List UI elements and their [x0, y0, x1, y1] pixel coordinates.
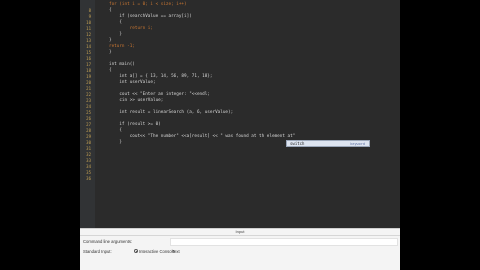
- code-token: int main(): [109, 62, 135, 67]
- input-panel: Input Command line arguments: Standard I…: [80, 228, 400, 270]
- code-token: int a[] = { 13, 14, 56, 89, 71, 18};: [109, 74, 213, 79]
- code-token: int result = linearSearch (a, 6, userVal…: [109, 110, 234, 115]
- code-token: {: [109, 8, 112, 13]
- autocomplete-item-type: keyword: [350, 142, 365, 146]
- code-token: }: [109, 32, 122, 37]
- code-token: return -1;: [109, 44, 135, 49]
- command-line-args-row: Command line arguments:: [80, 237, 400, 247]
- code-token: cout<< "The number" <<a[result] << " was…: [109, 134, 296, 139]
- code-token: {: [109, 128, 122, 133]
- code-token: if (searchValue == array[i]): [109, 14, 192, 19]
- ide-window: for (int i = 0; i < size; i++) 8{9 if (se…: [80, 0, 400, 270]
- code-editor[interactable]: for (int i = 0; i < size; i++) 8{9 if (se…: [80, 0, 400, 228]
- code-token: cin >> userValue;: [109, 98, 164, 103]
- code-token: {: [109, 20, 122, 25]
- autocomplete-popup[interactable]: switch keyword: [286, 140, 370, 147]
- standard-input-row: Standard Input: Interactive Console Text: [80, 247, 400, 257]
- code-token: return i;: [109, 26, 153, 31]
- code-token: cout << "Enter an integer: "<<endl;: [109, 92, 210, 97]
- code-token: }: [109, 50, 112, 55]
- radio-selected-dot: [136, 251, 138, 253]
- input-tab[interactable]: Input: [80, 229, 400, 236]
- text-option-label[interactable]: Text: [172, 249, 180, 254]
- command-line-args-label: Command line arguments:: [83, 239, 133, 244]
- code-line[interactable]: 36: [80, 176, 400, 182]
- interactive-console-label[interactable]: Interactive Console: [139, 249, 175, 254]
- interactive-console-radio[interactable]: [134, 249, 138, 253]
- command-line-args-input[interactable]: [170, 238, 398, 246]
- code-token: for (int i = 0; i < size; i++): [109, 2, 187, 7]
- autocomplete-item-label[interactable]: switch: [290, 141, 304, 147]
- standard-input-label: Standard Input:: [83, 249, 112, 254]
- line-number: 36: [86, 176, 91, 181]
- code-token: int userValue;: [109, 80, 156, 85]
- code-token: }: [109, 38, 112, 43]
- code-token: if (result >= 0): [109, 122, 161, 127]
- code-token: }: [109, 140, 122, 145]
- code-token: {: [109, 68, 112, 73]
